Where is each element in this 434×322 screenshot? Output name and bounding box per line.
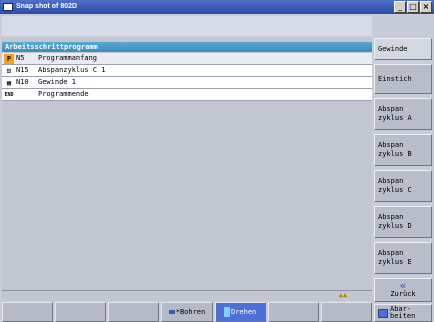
status-bar: ▲▲ (2, 290, 372, 301)
program-row[interactable]: P N5 Programmanfang (2, 53, 372, 65)
maximize-button[interactable]: □ (407, 1, 419, 13)
program-start-icon: P (4, 54, 14, 64)
drill-icon (168, 310, 175, 314)
row-label: N10 (16, 78, 29, 86)
lathe-icon (223, 307, 230, 317)
einstich-button[interactable]: Einstich (374, 64, 432, 94)
gewinde-button[interactable]: Gewinde (374, 38, 432, 60)
horizontal-softkey-bar: *Bohren Drehen (2, 302, 372, 322)
abarbeiten-button[interactable]: Abar- beiten (374, 304, 432, 322)
abspanzyklus-a-button[interactable]: Abspan zyklus A (374, 98, 432, 130)
row-label: N15 (16, 66, 29, 74)
program-row[interactable]: END Programmende (2, 89, 372, 101)
row-label: N5 (16, 54, 25, 62)
program-row[interactable]: ▦ N10 Gewinde 1 (2, 77, 372, 89)
softkey-3[interactable] (108, 302, 160, 322)
minimize-button[interactable]: _ (394, 1, 406, 13)
window-title: Snap shot of 802D (16, 3, 78, 10)
row-text: Programmanfang (38, 54, 98, 62)
program-row[interactable]: ⊡ N15 Abspanzyklus C 1 (2, 65, 372, 77)
back-arrow-icon: « (399, 278, 407, 292)
program-list: P N5 Programmanfang ⊡ N15 Abspanzyklus C… (2, 53, 372, 101)
abarbeiten-label: Abar- beiten (390, 305, 416, 320)
abspanzyklus-b-label: Abspan zyklus B (378, 141, 412, 158)
drehen-button[interactable]: Drehen (214, 302, 266, 322)
row-text: Gewinde 1 (38, 78, 76, 86)
abspanzyklus-e-button[interactable]: Abspan zyklus E (374, 242, 432, 274)
abspanzyklus-c-button[interactable]: Abspan zyklus C (374, 170, 432, 202)
zurueck-button[interactable]: « Zurück (374, 278, 432, 302)
thread-icon: ▦ (6, 79, 12, 87)
softkey-2[interactable] (55, 302, 107, 322)
bohren-label: Bohren (179, 308, 206, 316)
bohren-button[interactable]: *Bohren (161, 302, 213, 322)
path-bar (2, 16, 372, 36)
execute-icon (378, 308, 388, 318)
abspanzyklus-c-label: Abspan zyklus C (378, 177, 412, 194)
roughing-cycle-icon: ⊡ (6, 67, 12, 75)
program-panel: Arbeitsschrittprogramm P N5 Programmanfa… (2, 38, 372, 290)
row-text: Abspanzyklus C 1 (38, 66, 106, 74)
app-icon (3, 3, 13, 11)
window-titlebar: Snap shot of 802D _ □ × (0, 0, 434, 14)
abspanzyklus-d-button[interactable]: Abspan zyklus D (374, 206, 432, 238)
close-button[interactable]: × (420, 1, 432, 13)
program-header: Arbeitsschrittprogramm (2, 42, 372, 52)
zurueck-label: Zurück (390, 289, 416, 298)
row-text: Programmende (38, 90, 89, 98)
abspanzyklus-e-label: Abspan zyklus E (378, 249, 412, 266)
softkey-6[interactable] (267, 302, 319, 322)
gewinde-label: Gewinde (378, 44, 408, 53)
window-controls: _ □ × (394, 1, 432, 13)
program-end-icon: END (4, 92, 14, 98)
drehen-label: Drehen (230, 308, 257, 316)
abspanzyklus-a-label: Abspan zyklus A (378, 105, 412, 122)
softkey-7[interactable] (320, 302, 372, 322)
einstich-label: Einstich (378, 74, 412, 83)
abspanzyklus-b-button[interactable]: Abspan zyklus B (374, 134, 432, 166)
abspanzyklus-d-label: Abspan zyklus D (378, 213, 412, 230)
softkey-1[interactable] (2, 302, 54, 322)
status-icon: ▲▲ (338, 291, 348, 299)
